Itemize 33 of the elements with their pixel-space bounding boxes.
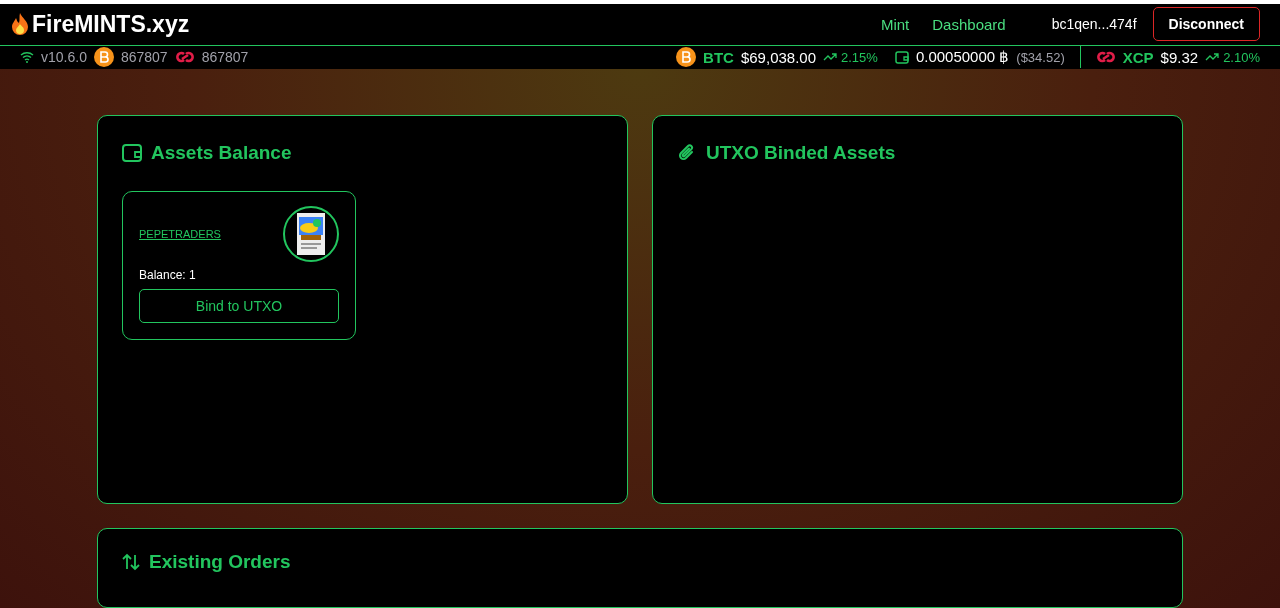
bitcoin-icon <box>676 47 697 68</box>
chain-link-icon <box>1095 51 1116 64</box>
wallet-icon <box>122 144 142 162</box>
block-height: 867807 <box>120 49 168 66</box>
wallet-address: bc1qen...474f <box>1051 16 1137 33</box>
panel-title: UTXO Binded Assets <box>706 142 896 164</box>
bitcoin-icon <box>93 47 114 68</box>
block-height: 867807 <box>201 49 249 66</box>
panel-title: Existing Orders <box>149 551 291 573</box>
bind-button[interactable]: Bind to UTXO <box>139 289 339 323</box>
coin-symbol: XCP <box>1122 48 1154 66</box>
sort-arrows-icon <box>122 553 140 571</box>
price-change: 2.10% <box>1223 49 1260 65</box>
panel-title: Assets Balance <box>151 142 292 164</box>
trend-up-icon <box>1205 52 1220 63</box>
nav-link[interactable]: Mint <box>880 15 910 33</box>
chain-link-icon <box>174 51 195 64</box>
wallet-balance: 0.00050000 ฿ <box>915 48 1010 67</box>
wallet-icon <box>894 50 909 64</box>
wifi-icon <box>20 51 34 64</box>
flame-icon <box>10 12 30 37</box>
price-change: 2.15% <box>841 49 878 65</box>
disconnect-button[interactable]: Disconnect <box>1152 7 1260 42</box>
coin-price: $9.32 <box>1160 48 1199 66</box>
wallet-usd: ($34.52) <box>1016 49 1065 65</box>
trend-up-icon <box>823 52 837 63</box>
coin-symbol: BTC <box>703 48 734 66</box>
coin-price: $69,038.00 <box>740 48 816 66</box>
brand-name: FireMINTS.xyz <box>32 10 190 38</box>
asset-name-link[interactable]: PEPETRADERS <box>139 228 221 240</box>
version-text: v10.6.0 <box>41 49 87 66</box>
asset-balance: Balance: 1 <box>139 268 197 282</box>
nav-link[interactable]: Dashboard <box>932 15 1006 33</box>
